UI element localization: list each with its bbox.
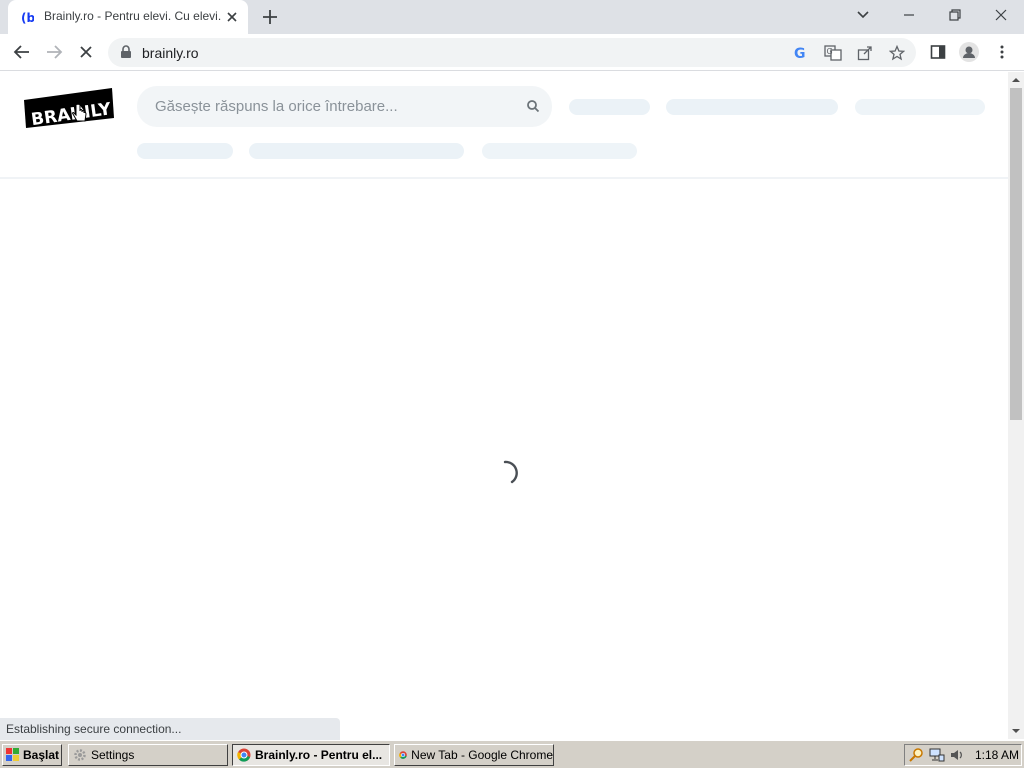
task-label: Settings xyxy=(91,748,135,762)
chrome-icon xyxy=(399,751,407,759)
skeleton-nav-2 xyxy=(666,99,838,115)
status-bubble: Establishing secure connection... xyxy=(0,718,340,740)
brainly-favicon-icon: (b xyxy=(20,10,34,24)
bookmark-star-icon[interactable] xyxy=(886,42,908,64)
brainly-logo[interactable]: BRAINLY xyxy=(24,86,114,128)
url-text[interactable]: brainly.ro xyxy=(142,45,199,61)
tab-title: Brainly.ro - Pentru elevi. Cu elevi. xyxy=(44,9,222,23)
skeleton-sub-1 xyxy=(137,143,233,159)
search-tray-icon[interactable] xyxy=(909,747,925,763)
new-tab-icon[interactable] xyxy=(258,6,282,28)
search-input[interactable]: Găsește răspuns la orice întrebare... xyxy=(155,98,398,115)
minimize-icon[interactable] xyxy=(886,0,932,30)
system-tray: 1:18 AM xyxy=(904,744,1022,766)
svg-text:(b: (b xyxy=(21,11,34,24)
close-tab-icon[interactable] xyxy=(224,9,240,25)
hand-cursor-icon xyxy=(72,104,87,122)
translate-icon[interactable]: G xyxy=(822,42,844,64)
forward-icon[interactable] xyxy=(42,40,66,64)
gear-icon xyxy=(74,749,86,761)
start-button[interactable]: Başlat xyxy=(2,744,62,766)
close-window-icon[interactable] xyxy=(978,0,1024,30)
stop-loading-icon[interactable] xyxy=(74,40,98,64)
clock[interactable]: 1:18 AM xyxy=(975,748,1019,762)
svg-text:G: G xyxy=(827,47,833,56)
scroll-down-icon[interactable] xyxy=(1011,726,1021,736)
back-icon[interactable] xyxy=(10,40,34,64)
tab-search-icon[interactable] xyxy=(840,0,886,30)
taskbar-item-new-tab[interactable]: New Tab - Google Chrome xyxy=(394,744,554,766)
svg-text:G: G xyxy=(794,46,806,61)
skeleton-nav-3 xyxy=(855,99,985,115)
search-icon[interactable] xyxy=(526,99,540,113)
start-label: Başlat xyxy=(23,748,60,762)
taskbar-item-settings[interactable]: Settings xyxy=(68,744,228,766)
loading-spinner-icon xyxy=(503,460,518,484)
tab-strip: (b Brainly.ro - Pentru elevi. Cu elevi. xyxy=(0,0,1024,34)
skeleton-sub-3 xyxy=(482,143,637,159)
share-icon[interactable] xyxy=(854,42,876,64)
chrome-icon xyxy=(237,748,251,762)
address-bar[interactable]: brainly.ro G G xyxy=(108,38,916,67)
vertical-scrollbar[interactable] xyxy=(1008,72,1024,739)
lock-icon[interactable] xyxy=(120,45,132,59)
volume-icon[interactable] xyxy=(949,747,965,763)
restore-icon[interactable] xyxy=(932,0,978,30)
google-lens-icon[interactable]: G xyxy=(790,42,812,64)
side-panel-icon[interactable] xyxy=(926,40,950,64)
browser-tab[interactable]: (b Brainly.ro - Pentru elevi. Cu elevi. xyxy=(8,0,248,34)
scroll-up-icon[interactable] xyxy=(1011,75,1021,85)
taskbar-item-brainly[interactable]: Brainly.ro - Pentru el... xyxy=(232,744,390,766)
task-label: Brainly.ro - Pentru el... xyxy=(255,748,383,762)
search-bar[interactable]: Găsește răspuns la orice întrebare... xyxy=(137,86,552,127)
skeleton-nav-1 xyxy=(569,99,650,115)
browser-toolbar: brainly.ro G G xyxy=(0,34,1024,71)
scrollbar-thumb[interactable] xyxy=(1010,88,1022,420)
windows-logo-icon xyxy=(6,748,19,761)
task-label: New Tab - Google Chrome xyxy=(411,748,553,762)
skeleton-sub-2 xyxy=(249,143,464,159)
windows-taskbar: Başlat Settings Brainly.ro - Pentru el..… xyxy=(0,740,1024,768)
profile-avatar-icon[interactable] xyxy=(957,40,981,64)
network-icon[interactable] xyxy=(929,747,945,763)
page-content: BRAINLY Găsește răspuns la orice întreba… xyxy=(0,72,1008,739)
site-header: BRAINLY Găsește răspuns la orice întreba… xyxy=(0,72,1008,179)
menu-kebab-icon[interactable] xyxy=(990,40,1014,64)
